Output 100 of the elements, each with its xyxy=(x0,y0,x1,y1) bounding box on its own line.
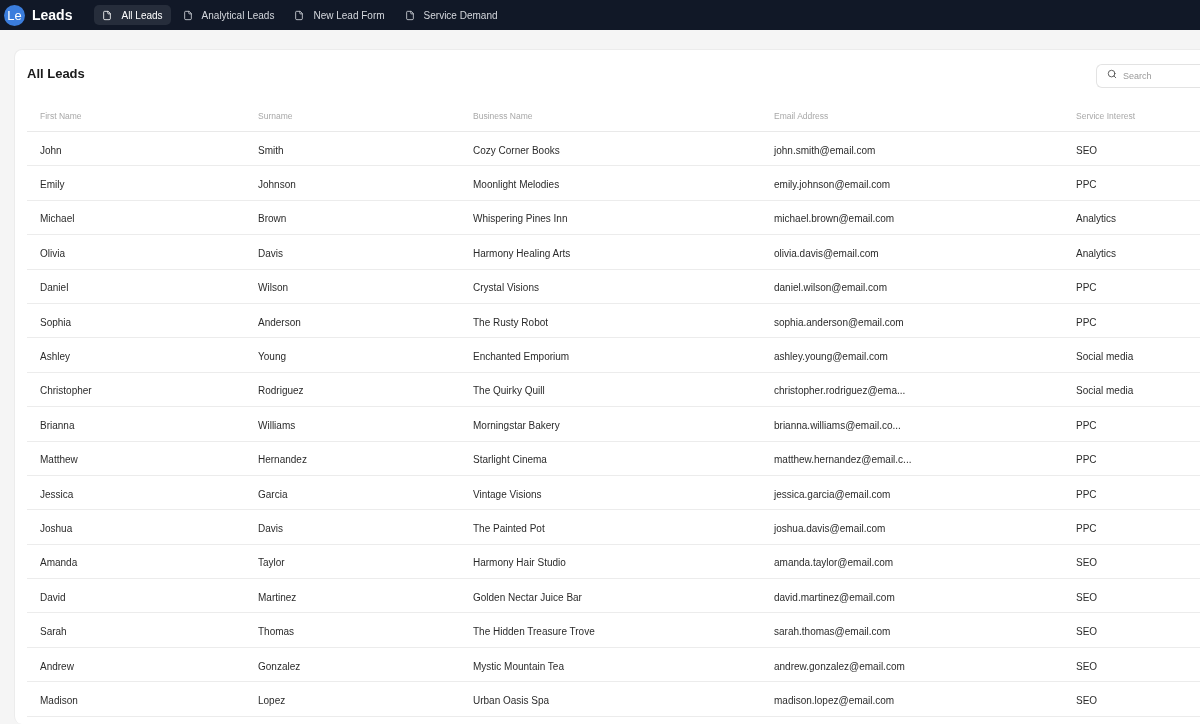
document-icon xyxy=(182,9,193,21)
table-cell: Starlight Cinema xyxy=(473,454,547,466)
table-cell: john.smith@email.com xyxy=(774,144,876,156)
search-field[interactable]: Search xyxy=(1096,64,1200,88)
search-icon xyxy=(1107,69,1117,79)
table-cell: SEO xyxy=(1076,694,1098,706)
table-cell: SEO xyxy=(1076,557,1098,569)
document-icon xyxy=(102,9,113,21)
table-cell: Smith xyxy=(258,144,284,156)
table-cell: Joshua xyxy=(40,523,73,534)
table-cell: olivia.davis@email.com xyxy=(774,247,879,259)
document-icon xyxy=(294,9,305,21)
table-cell: SEO xyxy=(1076,144,1098,156)
table-cell: Olivia xyxy=(40,247,65,259)
table-cell: Analytics xyxy=(1076,247,1116,259)
table-cell: Williams xyxy=(258,419,296,431)
table-cell: Emily xyxy=(40,179,65,191)
table-cell: PPC xyxy=(1076,316,1097,328)
table-cell: Hernandez xyxy=(258,454,307,466)
table-cell: The Quirky Quill xyxy=(473,385,545,397)
table-cell: Morningstar Bakery xyxy=(473,419,560,431)
table-cell: The Hidden Treasure Trove xyxy=(473,626,595,638)
document-icon xyxy=(404,9,415,21)
table-cell: madison.lopez@email.com xyxy=(774,694,895,706)
table-cell: Amanda xyxy=(40,557,78,569)
table-cell: Matthew xyxy=(40,454,78,466)
table-cell: Urban Oasis Spa xyxy=(473,694,550,706)
nav-tab[interactable]: All Leads xyxy=(94,5,171,25)
table-cell: Madison xyxy=(40,694,78,706)
table-cell: Vintage Visions xyxy=(473,488,542,500)
table-cell: david.martinez@email.com xyxy=(774,591,895,603)
table-cell: PPC xyxy=(1076,488,1097,500)
table-cell: Michael xyxy=(40,213,75,225)
table-cell: andrew.gonzalez@email.com xyxy=(774,660,905,672)
table-cell: PPC xyxy=(1076,179,1097,191)
table-cell: The Rusty Robot xyxy=(473,316,549,328)
table-cell: Garcia xyxy=(258,488,288,500)
table-cell: sarah.thomas@email.com xyxy=(774,626,891,638)
column-header: Business Name xyxy=(473,111,533,121)
table-cell: Rodriguez xyxy=(258,385,304,397)
table-cell: The Painted Pot xyxy=(473,523,545,534)
column-header: Service Interest xyxy=(1076,111,1136,121)
table-cell: Anderson xyxy=(258,316,301,328)
table-cell: Whispering Pines Inn xyxy=(473,213,568,225)
app-title: Leads xyxy=(32,5,73,25)
nav-tab[interactable]: Service Demand xyxy=(396,5,506,25)
nav-tab[interactable]: New Lead Form xyxy=(286,5,393,25)
column-header: Surname xyxy=(258,111,293,121)
card-title: All Leads xyxy=(27,65,85,84)
table-cell: Sophia xyxy=(40,316,72,328)
table-cell: PPC xyxy=(1076,419,1097,431)
table-cell: jessica.garcia@email.com xyxy=(774,488,891,500)
table-cell: PPC xyxy=(1076,454,1097,466)
table-cell: sophia.anderson@email.com xyxy=(774,316,904,328)
table-cell: Andrew xyxy=(40,660,74,672)
table-cell: Martinez xyxy=(258,591,297,603)
table-cell: michael.brown@email.com xyxy=(774,213,895,225)
table-cell: Davis xyxy=(258,247,283,259)
table-cell: Mystic Mountain Tea xyxy=(473,660,564,672)
table-cell: christopher.rodriguez@ema... xyxy=(774,385,906,397)
table-cell: Harmony Hair Studio xyxy=(473,557,566,569)
table-cell: Thomas xyxy=(258,626,295,638)
table-cell: Enchanted Emporium xyxy=(473,351,570,363)
table-cell: Crystal Visions xyxy=(473,282,539,294)
table-cell: Brown xyxy=(258,213,287,225)
table-cell: emily.johnson@email.com xyxy=(774,179,891,191)
table-cell: PPC xyxy=(1076,282,1097,294)
table-cell: Daniel xyxy=(40,282,69,294)
table-cell: Johnson xyxy=(258,179,296,191)
table-cell: Moonlight Melodies xyxy=(473,179,560,191)
table-cell: ashley.young@email.com xyxy=(774,351,888,363)
table-cell: Sarah xyxy=(40,626,67,638)
table-cell: Cozy Corner Books xyxy=(473,144,560,156)
table-cell: joshua.davis@email.com xyxy=(774,523,886,534)
table-cell: Young xyxy=(258,351,286,363)
table-cell: SEO xyxy=(1076,626,1098,638)
table-cell: Taylor xyxy=(258,557,285,569)
nav-tab[interactable]: Analytical Leads xyxy=(174,5,283,25)
table-cell: Wilson xyxy=(258,282,288,294)
table-cell: Harmony Healing Arts xyxy=(473,247,571,259)
table-cell: matthew.hernandez@email.c... xyxy=(774,454,912,466)
table-cell: Analytics xyxy=(1076,213,1116,225)
table-cell: David xyxy=(40,591,66,603)
table-cell: Jessica xyxy=(40,488,74,500)
table-cell: Davis xyxy=(258,523,283,534)
logo-badge: Le xyxy=(4,4,25,26)
table-cell: brianna.williams@email.co... xyxy=(774,419,901,431)
table-cell: Social media xyxy=(1076,351,1134,363)
table-cell: Golden Nectar Juice Bar xyxy=(473,591,582,603)
table-cell: Brianna xyxy=(40,419,75,431)
column-header: Email Address xyxy=(774,111,829,121)
table-cell: SEO xyxy=(1076,660,1098,672)
column-header: First Name xyxy=(40,111,82,121)
table-cell: amanda.taylor@email.com xyxy=(774,557,894,569)
table-cell: Social media xyxy=(1076,385,1134,397)
table-cell: PPC xyxy=(1076,523,1097,534)
table-cell: SEO xyxy=(1076,591,1098,603)
table-cell: John xyxy=(40,144,62,156)
table-cell: Ashley xyxy=(40,351,70,363)
table-cell: Gonzalez xyxy=(258,660,301,672)
